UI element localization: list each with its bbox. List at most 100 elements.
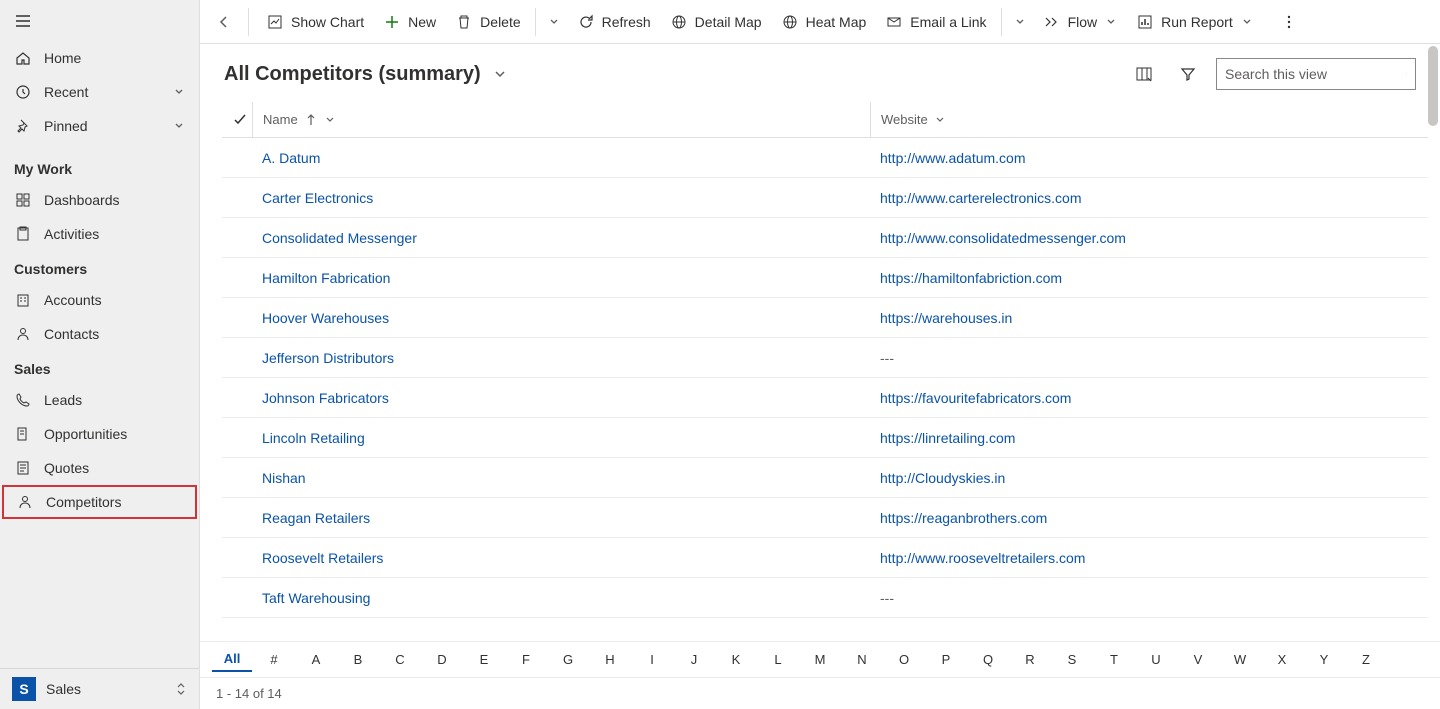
alpha-all[interactable]: All bbox=[212, 647, 252, 672]
table-row[interactable]: Hamilton Fabrication https://hamiltonfabr… bbox=[222, 258, 1428, 298]
building-icon bbox=[14, 291, 32, 309]
cmd-new[interactable]: New bbox=[374, 8, 446, 36]
alpha-h[interactable]: H bbox=[590, 648, 630, 671]
nav-leads[interactable]: Leads bbox=[0, 383, 199, 417]
back-button[interactable] bbox=[208, 6, 240, 38]
website-link[interactable]: http://www.consolidatedmessenger.com bbox=[880, 230, 1126, 246]
alpha-z[interactable]: Z bbox=[1346, 648, 1386, 671]
nav-dashboards[interactable]: Dashboards bbox=[0, 183, 199, 217]
alpha-p[interactable]: P bbox=[926, 648, 966, 671]
cmd-show-chart[interactable]: Show Chart bbox=[257, 8, 374, 36]
competitor-name-link[interactable]: Nishan bbox=[262, 470, 306, 486]
nav-accounts[interactable]: Accounts bbox=[0, 283, 199, 317]
alpha-q[interactable]: Q bbox=[968, 648, 1008, 671]
nav-home[interactable]: Home bbox=[0, 41, 199, 75]
nav-recent[interactable]: Recent bbox=[0, 75, 199, 109]
table-row[interactable]: Johnson Fabricators https://favouritefabr… bbox=[222, 378, 1428, 418]
competitor-name-link[interactable]: Taft Warehousing bbox=[262, 590, 370, 606]
cmd-email-a-link-split[interactable] bbox=[1006, 10, 1034, 34]
edit-columns-button[interactable] bbox=[1128, 58, 1160, 90]
alpha-c[interactable]: C bbox=[380, 648, 420, 671]
cmd-detail-map[interactable]: Detail Map bbox=[661, 8, 772, 36]
nav-competitors[interactable]: Competitors bbox=[2, 485, 197, 519]
alpha-d[interactable]: D bbox=[422, 648, 462, 671]
search-box[interactable] bbox=[1216, 58, 1416, 90]
nav-opportunities[interactable]: Opportunities bbox=[0, 417, 199, 451]
table-row[interactable]: Roosevelt Retailers http://www.rooseveltr… bbox=[222, 538, 1428, 578]
competitor-name-link[interactable]: Hoover Warehouses bbox=[262, 310, 389, 326]
cmd-refresh[interactable]: Refresh bbox=[568, 8, 661, 36]
alpha-g[interactable]: G bbox=[548, 648, 588, 671]
website-link[interactable]: https://favouritefabricators.com bbox=[880, 390, 1071, 406]
alpha-#[interactable]: # bbox=[254, 648, 294, 671]
alpha-e[interactable]: E bbox=[464, 648, 504, 671]
nav-quotes[interactable]: Quotes bbox=[0, 451, 199, 485]
search-input[interactable] bbox=[1225, 66, 1406, 82]
column-header-website[interactable]: Website bbox=[870, 102, 1428, 137]
website-link[interactable]: https://reaganbrothers.com bbox=[880, 510, 1047, 526]
table-row[interactable]: Nishan http://Cloudyskies.in bbox=[222, 458, 1428, 498]
cmd-email-a-link[interactable]: Email a Link bbox=[876, 8, 996, 36]
competitor-name-link[interactable]: Hamilton Fabrication bbox=[262, 270, 390, 286]
table-row[interactable]: Jefferson Distributors--- bbox=[222, 338, 1428, 378]
cmd-heat-map[interactable]: Heat Map bbox=[772, 8, 877, 36]
table-row[interactable]: Carter Electronics http://www.carterelect… bbox=[222, 178, 1428, 218]
app-switcher[interactable]: S Sales bbox=[0, 668, 199, 709]
competitor-name-link[interactable]: Reagan Retailers bbox=[262, 510, 370, 526]
alpha-i[interactable]: I bbox=[632, 648, 672, 671]
alpha-v[interactable]: V bbox=[1178, 648, 1218, 671]
competitor-name-link[interactable]: A. Datum bbox=[262, 150, 320, 166]
alpha-t[interactable]: T bbox=[1094, 648, 1134, 671]
competitor-name-link[interactable]: Johnson Fabricators bbox=[262, 390, 389, 406]
alpha-y[interactable]: Y bbox=[1304, 648, 1344, 671]
alpha-u[interactable]: U bbox=[1136, 648, 1176, 671]
competitor-name-link[interactable]: Roosevelt Retailers bbox=[262, 550, 383, 566]
website-link[interactable]: http://Cloudyskies.in bbox=[880, 470, 1005, 486]
nav-contacts[interactable]: Contacts bbox=[0, 317, 199, 351]
nav-pinned[interactable]: Pinned bbox=[0, 109, 199, 143]
select-all-checkbox[interactable] bbox=[228, 113, 252, 127]
website-link[interactable]: http://www.carterelectronics.com bbox=[880, 190, 1082, 206]
table-row[interactable]: Lincoln Retailing https://linretailing.co… bbox=[222, 418, 1428, 458]
alpha-f[interactable]: F bbox=[506, 648, 546, 671]
table-row[interactable]: Hoover Warehouses https://warehouses.in bbox=[222, 298, 1428, 338]
alpha-b[interactable]: B bbox=[338, 648, 378, 671]
website-link[interactable]: http://www.adatum.com bbox=[880, 150, 1026, 166]
cmd-delete[interactable]: Delete bbox=[446, 8, 530, 36]
website-link[interactable]: https://linretailing.com bbox=[880, 430, 1015, 446]
cmd-flow[interactable]: Flow bbox=[1034, 8, 1128, 36]
alpha-a[interactable]: A bbox=[296, 648, 336, 671]
website-link[interactable]: https://warehouses.in bbox=[880, 310, 1012, 326]
alpha-r[interactable]: R bbox=[1010, 648, 1050, 671]
table-row[interactable]: Consolidated Messenger http://www.consoli… bbox=[222, 218, 1428, 258]
alpha-l[interactable]: L bbox=[758, 648, 798, 671]
nav-label: Leads bbox=[44, 392, 82, 408]
competitor-name-link[interactable]: Lincoln Retailing bbox=[262, 430, 365, 446]
view-title[interactable]: All Competitors (summary) bbox=[224, 63, 481, 86]
competitor-name-link[interactable]: Jefferson Distributors bbox=[262, 350, 394, 366]
hamburger-menu[interactable] bbox=[14, 12, 32, 30]
alpha-o[interactable]: O bbox=[884, 648, 924, 671]
alpha-s[interactable]: S bbox=[1052, 648, 1092, 671]
alpha-m[interactable]: M bbox=[800, 648, 840, 671]
cmd-run-report[interactable]: Run Report bbox=[1127, 8, 1263, 36]
nav-activities[interactable]: Activities bbox=[0, 217, 199, 251]
alpha-j[interactable]: J bbox=[674, 648, 714, 671]
column-header-name[interactable]: Name bbox=[252, 102, 870, 137]
table-row[interactable]: Reagan Retailers https://reaganbrothers.c… bbox=[222, 498, 1428, 538]
alpha-k[interactable]: K bbox=[716, 648, 756, 671]
chevron-down-icon bbox=[173, 120, 185, 132]
overflow-button[interactable] bbox=[1271, 8, 1307, 36]
view-selector-chevron[interactable] bbox=[493, 67, 507, 81]
table-row[interactable]: Taft Warehousing--- bbox=[222, 578, 1428, 618]
cmd-delete-split[interactable] bbox=[540, 10, 568, 34]
competitor-name-link[interactable]: Consolidated Messenger bbox=[262, 230, 417, 246]
table-row[interactable]: A. Datum http://www.adatum.com bbox=[222, 138, 1428, 178]
competitor-name-link[interactable]: Carter Electronics bbox=[262, 190, 373, 206]
alpha-w[interactable]: W bbox=[1220, 648, 1260, 671]
website-link[interactable]: http://www.rooseveltretailers.com bbox=[880, 550, 1085, 566]
alpha-n[interactable]: N bbox=[842, 648, 882, 671]
filter-button[interactable] bbox=[1172, 58, 1204, 90]
alpha-x[interactable]: X bbox=[1262, 648, 1302, 671]
website-link[interactable]: https://hamiltonfabriction.com bbox=[880, 270, 1062, 286]
